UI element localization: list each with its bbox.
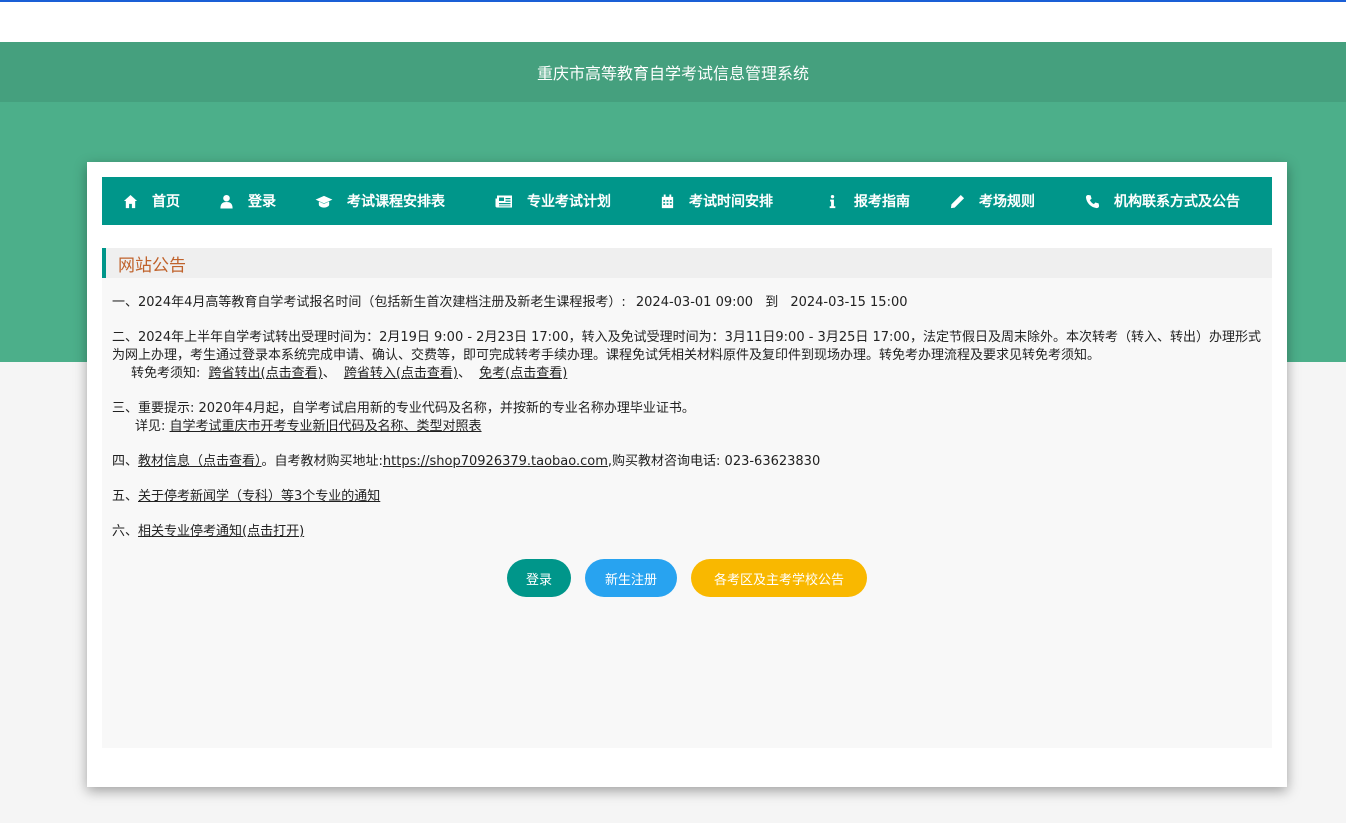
- info-icon: [829, 194, 836, 208]
- transfer-notes-label: 转免考须知:: [131, 366, 201, 381]
- nav-item-home[interactable]: 首页: [123, 177, 180, 225]
- notice-text: 。自考教材购买地址:: [261, 454, 383, 469]
- item-prefix: 六、: [112, 524, 139, 539]
- nav-item-rules[interactable]: 考场规则: [950, 177, 1035, 225]
- nav-item-label: 首页: [152, 194, 180, 210]
- link-transfer-out[interactable]: 跨省转出(点击查看): [209, 366, 323, 381]
- nav-item-contact[interactable]: 机构联系方式及公告: [1085, 177, 1240, 225]
- item-prefix: 五、: [112, 489, 139, 504]
- top-blank-strip: [0, 2, 1346, 42]
- nav-item-course-schedule[interactable]: 考试课程安排表: [315, 177, 445, 225]
- item-prefix: 四、: [112, 454, 139, 469]
- link-major-code-table[interactable]: 自学考试重庆市开考专业新旧代码及名称、类型对照表: [170, 419, 482, 434]
- notice-item-suspended-majors: 五、关于停考新闻学（专科）等3个专业的通知: [112, 488, 1262, 506]
- login-button[interactable]: 登录: [507, 559, 571, 597]
- action-buttons: 登录 新生注册 各考区及主考学校公告: [102, 559, 1272, 597]
- nav-item-label: 考试课程安排表: [347, 194, 445, 210]
- separator: 、: [322, 366, 336, 381]
- notice-text: 一、2024年4月高等教育自学考试报名时间（包括新生首次建档注册及新老生课程报考…: [112, 295, 626, 310]
- link-textbook-shop[interactable]: https://shop70926379.taobao.com: [383, 454, 608, 469]
- notice-item-registration: 一、2024年4月高等教育自学考试报名时间（包括新生首次建档注册及新老生课程报考…: [112, 294, 1262, 312]
- notice-item-textbooks: 四、教材信息（点击查看）。自考教材购买地址:https://shop709263…: [112, 453, 1262, 471]
- link-suspension-notice[interactable]: 相关专业停考通知(点击打开): [138, 524, 304, 539]
- nav-item-exam-time[interactable]: 考试时间安排: [660, 177, 773, 225]
- pencil-icon: [950, 194, 965, 208]
- header-title-bar: 重庆市高等教育自学考试信息管理系统: [0, 42, 1346, 102]
- registration-to: 到: [765, 295, 779, 310]
- link-suspended-journalism[interactable]: 关于停考新闻学（专科）等3个专业的通知: [138, 489, 380, 504]
- home-icon: [123, 194, 138, 208]
- link-exemption[interactable]: 免考(点击查看): [479, 366, 567, 381]
- nav-bar: 首页 登录 考试课程安排表 专业考试计划 考试时间安排 报考指南 考场规则 机构…: [102, 177, 1272, 225]
- registration-start: 2024-03-01 09:00: [635, 295, 754, 310]
- notice-text: 三、重要提示: 2020年4月起，自学考试启用新的专业代码及名称，并按新的专业名…: [112, 401, 695, 416]
- main-card: 首页 登录 考试课程安排表 专业考试计划 考试时间安排 报考指南 考场规则 机构…: [87, 162, 1287, 787]
- newspaper-icon: [495, 195, 512, 207]
- registration-end: 2024-03-15 15:00: [790, 295, 908, 310]
- announcement-button[interactable]: 各考区及主考学校公告: [691, 559, 867, 597]
- nav-item-guide[interactable]: 报考指南: [825, 177, 910, 225]
- nav-item-login[interactable]: 登录: [219, 177, 276, 225]
- nav-item-label: 登录: [248, 194, 276, 210]
- system-title: 重庆市高等教育自学考试信息管理系统: [536, 64, 809, 83]
- notice-body: 一、2024年4月高等教育自学考试报名时间（包括新生首次建档注册及新老生课程报考…: [112, 294, 1262, 558]
- link-transfer-in[interactable]: 跨省转入(点击查看): [344, 366, 458, 381]
- notice-text: 二、2024年上半年自学考试转出受理时间为：2月19日 9:00 - 2月23日…: [112, 330, 1261, 363]
- notice-item-suspension-notice: 六、相关专业停考通知(点击打开): [112, 523, 1262, 541]
- nav-item-label: 考试时间安排: [689, 194, 773, 210]
- nav-item-label: 机构联系方式及公告: [1114, 194, 1240, 210]
- nav-item-label: 报考指南: [854, 194, 910, 210]
- notice-title: 网站公告: [118, 255, 186, 276]
- nav-item-label: 考场规则: [979, 194, 1035, 210]
- nav-item-label: 专业考试计划: [527, 194, 611, 210]
- link-textbook-info[interactable]: 教材信息（点击查看）: [138, 454, 262, 469]
- notice-item-transfer: 二、2024年上半年自学考试转出受理时间为：2月19日 9:00 - 2月23日…: [112, 329, 1262, 383]
- textbook-phone: ,购买教材咨询电话: 023-63623830: [607, 454, 821, 469]
- register-button[interactable]: 新生注册: [585, 559, 677, 597]
- nav-item-exam-plan[interactable]: 专业考试计划: [495, 177, 611, 225]
- notice-panel: 网站公告 一、2024年4月高等教育自学考试报名时间（包括新生首次建档注册及新老…: [102, 248, 1272, 748]
- details-label: 详见:: [135, 419, 166, 434]
- graduation-cap-icon: [315, 195, 333, 208]
- notice-header: 网站公告: [102, 248, 1272, 278]
- calendar-icon: [661, 193, 674, 208]
- user-icon: [220, 194, 233, 209]
- notice-item-major-codes: 三、重要提示: 2020年4月起，自学考试启用新的专业代码及名称，并按新的专业名…: [112, 400, 1262, 436]
- phone-icon: [1085, 194, 1100, 208]
- separator: 、: [458, 366, 472, 381]
